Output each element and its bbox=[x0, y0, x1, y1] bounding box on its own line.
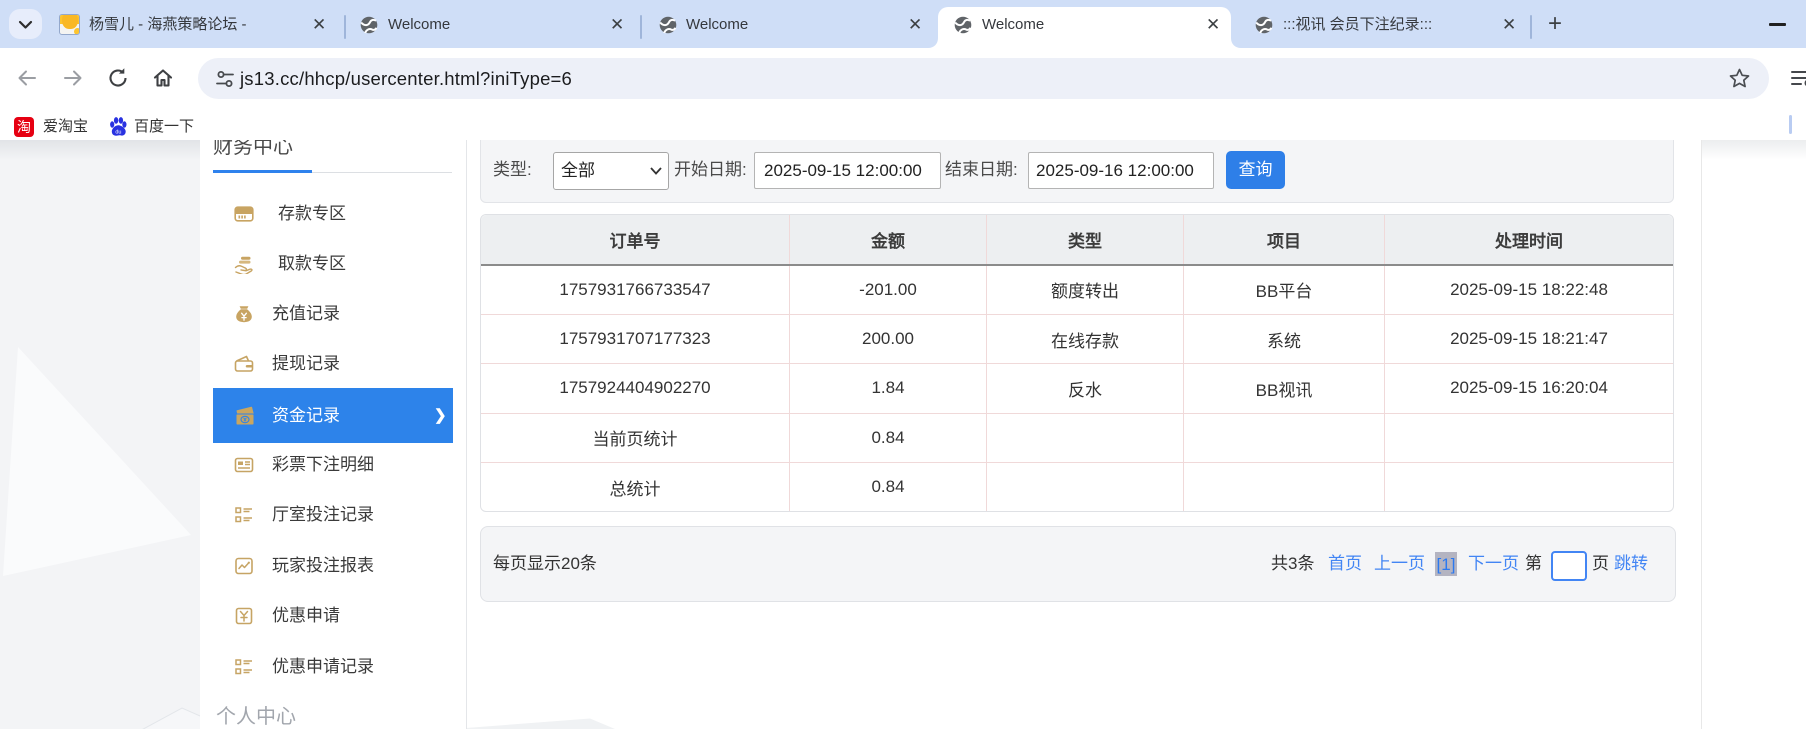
svg-text:du: du bbox=[115, 129, 121, 135]
